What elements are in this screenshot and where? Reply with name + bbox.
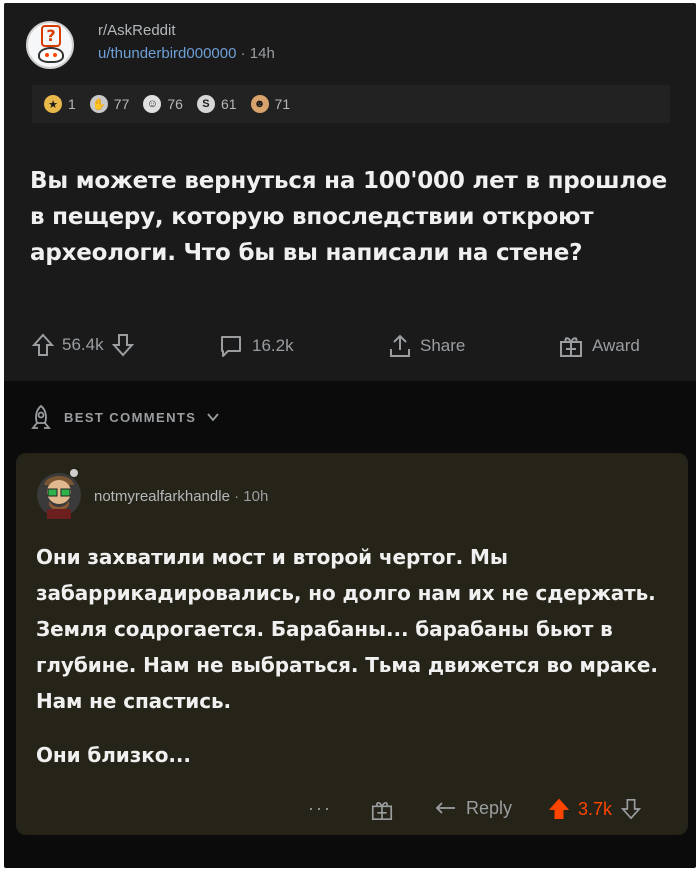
share-label: Share <box>420 336 466 355</box>
byline-separator: · <box>240 45 246 62</box>
post-score: 56.4k <box>62 335 104 354</box>
comment-age: 10h <box>243 488 269 505</box>
comment-score: 3.7k <box>578 798 613 819</box>
subreddit-avatar[interactable]: ? <box>26 21 74 69</box>
reply-label: Reply <box>466 798 513 818</box>
snoo-face-icon <box>38 47 64 63</box>
chevron-down-icon <box>207 413 220 422</box>
award-count: 71 <box>274 96 291 112</box>
award-count: 76 <box>167 96 183 112</box>
comment-actions: ··· Reply 3.7k <box>16 798 688 828</box>
vote-group: 56.4k <box>32 333 134 357</box>
laugh-award-icon: ☻ <box>250 95 269 113</box>
award-button[interactable]: Award <box>558 333 640 359</box>
reply-arrow-icon <box>435 801 455 814</box>
award-count: 1 <box>68 96 76 112</box>
comment-author[interactable]: notmyrealfarkhandle <box>94 488 230 505</box>
comment-count: 16.2k <box>252 336 294 355</box>
top-comment: notmyrealfarkhandle · 10h Они захватили … <box>16 453 688 835</box>
face-award-icon: ☺ <box>143 95 162 113</box>
gift-icon <box>560 337 582 357</box>
share-icon <box>390 334 410 357</box>
question-mark-icon: ? <box>41 25 61 47</box>
comment-vote-group: 3.7k <box>548 798 642 820</box>
award-count: 77 <box>113 96 130 112</box>
award-laugh[interactable]: ☻ 71 <box>250 95 291 113</box>
gold-award-icon: ★ <box>44 95 62 113</box>
award-gold[interactable]: ★ 1 <box>44 95 76 113</box>
more-options-button[interactable]: ··· <box>308 798 332 819</box>
post-card: ? r/AskReddit u/thunderbird000000 · 14h … <box>4 3 696 381</box>
award-count: 61 <box>220 96 237 112</box>
comment-byline: notmyrealfarkhandle · 10h <box>94 488 268 505</box>
author-link[interactable]: u/thunderbird000000 <box>98 45 236 62</box>
comments-button[interactable]: 16.2k <box>218 333 294 359</box>
more-icon: ··· <box>308 798 332 818</box>
award-hands[interactable]: ✋ 77 <box>89 95 130 113</box>
screenshot-frame: ? r/AskReddit u/thunderbird000000 · 14h … <box>4 3 696 868</box>
best-comments-label: BEST COMMENTS <box>64 409 197 425</box>
post-actions: 56.4k 16.2k Share Award <box>32 333 672 365</box>
comment-body: Они захватили мост и второй чертог. Мы з… <box>36 539 676 773</box>
upvote-active-icon[interactable] <box>548 798 570 820</box>
award-label: Award <box>592 336 640 355</box>
downvote-icon[interactable] <box>620 798 642 820</box>
comment-separator: · <box>234 488 240 505</box>
user-avatar[interactable] <box>34 465 84 519</box>
award-s[interactable]: S 61 <box>196 95 237 113</box>
share-button[interactable]: Share <box>388 333 465 359</box>
post-byline: u/thunderbird000000 · 14h <box>98 45 275 62</box>
reply-button[interactable]: Reply <box>434 798 512 819</box>
award-face[interactable]: ☺ 76 <box>143 95 183 113</box>
rocket-icon <box>31 404 51 429</box>
comment-paragraph: Они близко... <box>36 743 191 767</box>
comment-bubble-icon <box>221 336 241 357</box>
comment-paragraph: Они захватили мост и второй чертог. Мы з… <box>36 545 658 713</box>
comment-award-button[interactable] <box>370 798 394 822</box>
upvote-icon[interactable] <box>32 333 54 357</box>
downvote-icon[interactable] <box>111 333 134 357</box>
subreddit-name[interactable]: r/AskReddit <box>98 22 176 39</box>
awards-bar[interactable]: ★ 1 ✋ 77 ☺ 76 S 61 ☻ 71 <box>32 85 670 123</box>
gift-icon <box>371 802 393 821</box>
best-comments-sort[interactable]: BEST COMMENTS <box>28 403 220 431</box>
hands-award-icon: ✋ <box>89 95 108 113</box>
s-award-icon: S <box>196 95 215 113</box>
post-age: 14h <box>249 45 275 62</box>
post-title[interactable]: Вы можете вернуться на 100'000 лет в про… <box>30 163 670 271</box>
